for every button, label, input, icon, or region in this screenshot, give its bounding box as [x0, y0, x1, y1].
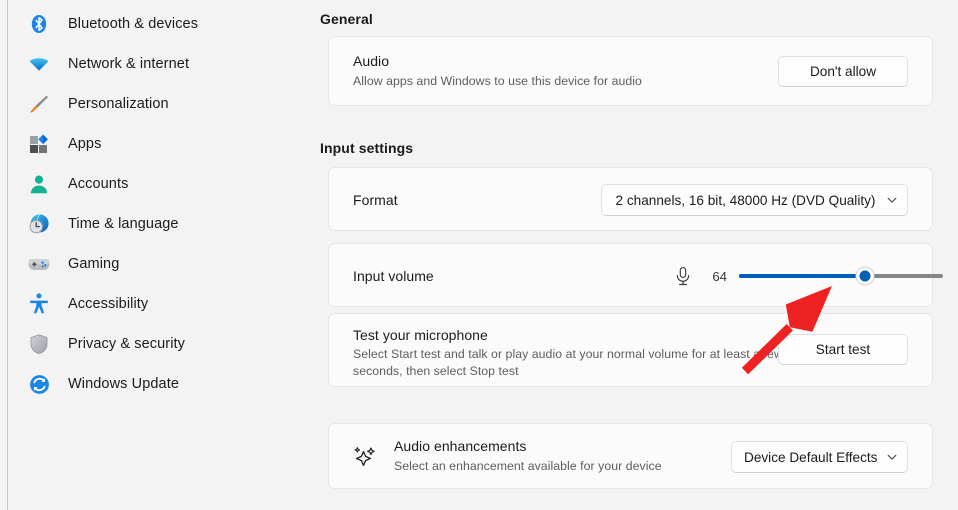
- gamepad-icon: [25, 250, 53, 278]
- audio-enhancements-card: Audio enhancements Select an enhancement…: [328, 423, 933, 489]
- settings-sidebar: Bluetooth & devices Network & internet: [0, 0, 310, 510]
- format-card: Format 2 channels, 16 bit, 48000 Hz (DVD…: [328, 167, 933, 231]
- chevron-down-icon: [877, 451, 907, 463]
- input-volume-card: Input volume 64: [328, 243, 933, 307]
- microphone-icon: [673, 265, 693, 287]
- sidebar-item-label: Accounts: [68, 176, 128, 192]
- test-microphone-card: Test your microphone Select Start test a…: [328, 313, 933, 387]
- sidebar-item-label: Apps: [68, 136, 101, 152]
- settings-window: Bluetooth & devices Network & internet: [0, 0, 958, 510]
- sidebar-item-gaming[interactable]: Gaming: [18, 244, 298, 284]
- input-volume-slider-thumb[interactable]: [856, 267, 875, 286]
- sidebar-item-network-and-internet[interactable]: Network & internet: [18, 44, 298, 84]
- input-volume-value: 64: [699, 269, 727, 284]
- sidebar-item-label: Windows Update: [68, 376, 179, 392]
- sidebar-item-privacy-and-security[interactable]: Privacy & security: [18, 324, 298, 364]
- sidebar-item-label: Privacy & security: [68, 336, 185, 352]
- settings-content: General Audio Allow apps and Windows to …: [310, 0, 958, 510]
- person-icon: [25, 170, 53, 198]
- format-dropdown-value: 2 channels, 16 bit, 48000 Hz (DVD Qualit…: [602, 193, 877, 208]
- format-label: Format: [353, 192, 398, 208]
- input-volume-slider-fill: [739, 274, 865, 278]
- input-volume-slider-track[interactable]: [739, 274, 943, 278]
- general-section-heading: General: [320, 11, 373, 27]
- clock-globe-icon: [25, 210, 53, 238]
- sidebar-item-windows-update[interactable]: Windows Update: [18, 364, 298, 404]
- shield-icon: [25, 330, 53, 358]
- sidebar-item-label: Network & internet: [68, 56, 189, 72]
- sidebar-item-personalization[interactable]: Personalization: [18, 84, 298, 124]
- sidebar-item-label: Accessibility: [68, 296, 148, 312]
- refresh-circle-icon: [25, 370, 53, 398]
- sidebar-item-label: Personalization: [68, 96, 169, 112]
- audio-enhancements-dropdown-value: Device Default Effects: [732, 450, 877, 465]
- test-microphone-subtitle: Select Start test and talk or play audio…: [353, 346, 783, 380]
- sidebar-item-label: Bluetooth & devices: [68, 16, 198, 32]
- sidebar-item-label: Gaming: [68, 256, 119, 272]
- bluetooth-icon: [25, 10, 53, 38]
- sidebar-scroll-rail[interactable]: [7, 0, 8, 510]
- input-settings-section-heading: Input settings: [320, 140, 413, 156]
- accessibility-person-icon: [25, 290, 53, 318]
- paintbrush-icon: [25, 90, 53, 118]
- sidebar-item-accessibility[interactable]: Accessibility: [18, 284, 298, 324]
- sidebar-item-label: Time & language: [68, 216, 179, 232]
- chevron-down-icon: [877, 194, 907, 206]
- audio-card-subtitle: Allow apps and Windows to use this devic…: [353, 73, 783, 90]
- sidebar-item-accounts[interactable]: Accounts: [18, 164, 298, 204]
- input-volume-label: Input volume: [353, 268, 434, 284]
- sidebar-item-apps[interactable]: Apps: [18, 124, 298, 164]
- sidebar-item-time-and-language[interactable]: Time & language: [18, 204, 298, 244]
- audio-enhancements-title: Audio enhancements: [394, 438, 526, 454]
- format-dropdown[interactable]: 2 channels, 16 bit, 48000 Hz (DVD Qualit…: [601, 184, 908, 216]
- audio-enhancements-dropdown[interactable]: Device Default Effects: [731, 441, 908, 473]
- sidebar-item-bluetooth-and-devices[interactable]: Bluetooth & devices: [18, 4, 298, 44]
- input-volume-control[interactable]: 64: [673, 263, 943, 289]
- start-test-button[interactable]: Start test: [778, 334, 908, 365]
- audio-card-title: Audio: [353, 53, 389, 69]
- audio-card: Audio Allow apps and Windows to use this…: [328, 36, 933, 106]
- apps-grid-icon: [25, 130, 53, 158]
- wifi-icon: [25, 50, 53, 78]
- audio-dont-allow-button[interactable]: Don't allow: [778, 56, 908, 87]
- sparkles-icon: [351, 444, 379, 472]
- test-microphone-title: Test your microphone: [353, 327, 488, 343]
